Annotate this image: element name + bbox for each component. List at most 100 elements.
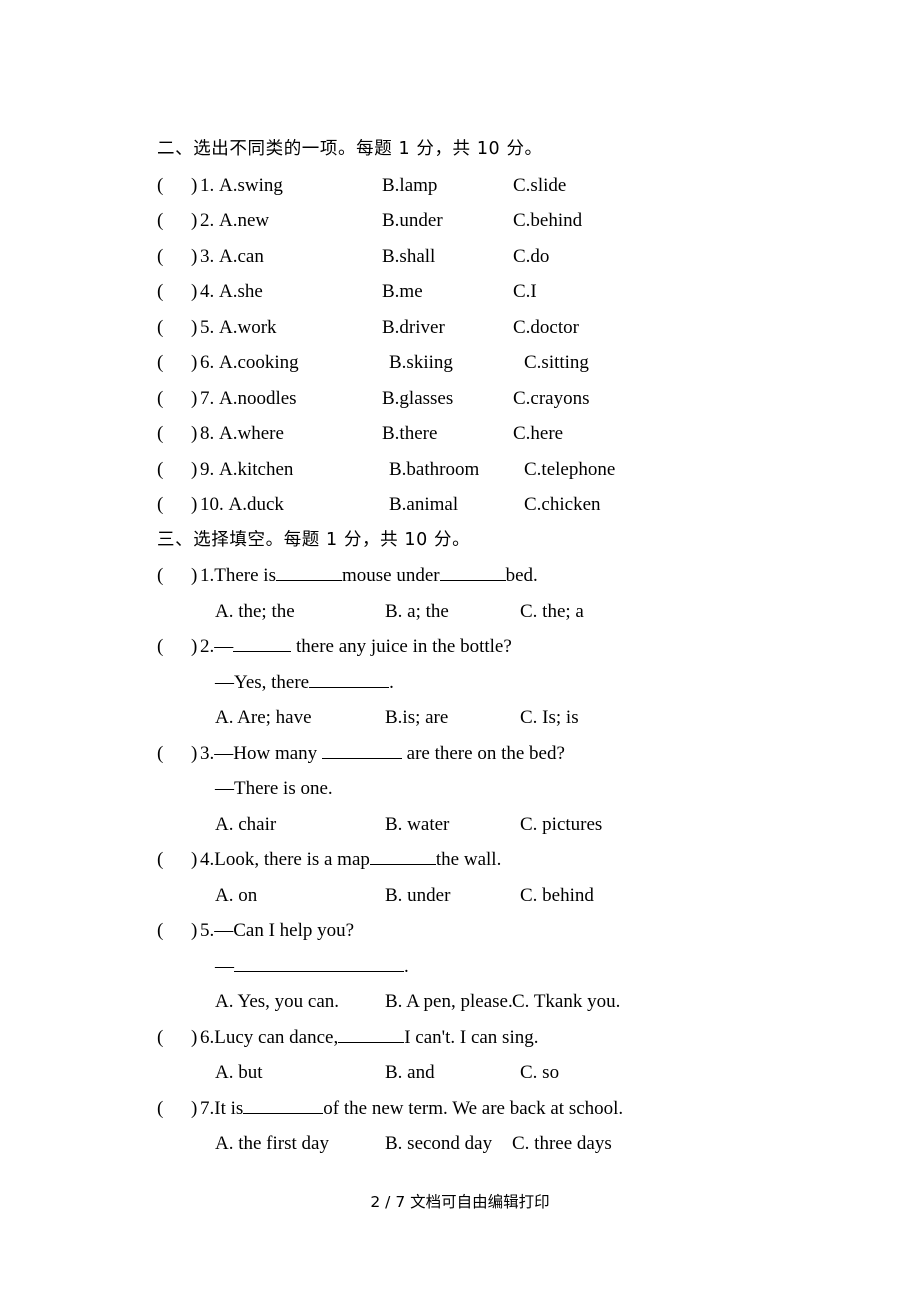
question-stem: 6.Lucy can dance, I can't. I can sing.: [200, 1020, 538, 1056]
stem-text-part1: There is: [214, 565, 276, 586]
question-number: 1.: [200, 174, 215, 196]
choice-b: B. and: [385, 1062, 435, 1083]
question-stem: 4.Look, there is a map the wall.: [200, 842, 501, 878]
choice-a: A. Yes, you can.: [215, 991, 340, 1012]
option-c-text: C.crayons: [513, 387, 590, 409]
answer-paren-close: ): [191, 281, 198, 302]
question-number: 2.: [200, 636, 215, 657]
question-row: ( ) 7.It is of the new term. We are back …: [157, 1091, 817, 1127]
option-b-text: B.under: [382, 210, 443, 231]
option-b-text: B.me: [382, 281, 423, 302]
option-c-text: C.I: [513, 281, 537, 302]
answer-blank: [321, 744, 402, 759]
question-stem: 7.It is of the new term. We are back at s…: [200, 1091, 623, 1127]
question-row: ( ) 3.—How many are there on the bed?: [157, 736, 817, 772]
answer-paren-close: ): [191, 210, 198, 231]
stem-text-part1: Lucy can dance,: [214, 1026, 339, 1048]
choice-row: A. but B. and C. so: [157, 1055, 817, 1091]
question-row: ( ) 5.—Can I help you?: [157, 913, 817, 949]
option-c-text: C.behind: [513, 210, 583, 231]
option-c-text: C.here: [513, 423, 564, 444]
question-number: 5.: [200, 316, 215, 338]
question-option-a: 10. A.duck: [200, 487, 284, 523]
stem-text-part3: bed.: [505, 565, 538, 586]
stem-text-part2: are there on the bed?: [401, 742, 565, 764]
answer-paren-close: ): [191, 316, 198, 338]
page-footer: 2 / 7 文档可自由编辑打印: [370, 1193, 550, 1211]
question-option-a: 4. A.she: [200, 274, 263, 310]
question-number: 4.: [200, 281, 215, 302]
question-continuation: —There is one.: [157, 771, 817, 807]
choice-row: A. the; the B. a; the C. the; a: [157, 594, 817, 630]
question-number: 3.: [200, 742, 215, 764]
question-row: ( ) 8. A.where B.there C.here: [157, 416, 817, 452]
option-b-text: B.shall: [382, 245, 436, 267]
answer-paren-open: (: [157, 387, 164, 409]
choice-b: B. second day: [385, 1133, 493, 1154]
answer-paren-open: (: [157, 494, 164, 515]
question-row: ( ) 9. A.kitchen B.bathroom C.telephone: [157, 452, 817, 488]
stem-text-part2: mouse under: [341, 565, 440, 586]
option-c-text: C.chicken: [524, 494, 601, 515]
question-number: 8.: [200, 423, 215, 444]
option-c-text: C.telephone: [524, 458, 616, 480]
question-option-a: 1. A.swing: [200, 168, 283, 204]
answer-paren-close: ): [191, 636, 198, 657]
option-a-text: A.cooking: [219, 352, 299, 373]
option-c-text: C.doctor: [513, 316, 579, 338]
question-option-a: 9. A.kitchen: [200, 452, 293, 488]
continuation-text-part1: —Yes, there: [215, 671, 310, 693]
question-row: ( ) 6.Lucy can dance, I can't. I can sing…: [157, 1020, 817, 1056]
section-heading-two: 二、选出不同类的一项。每题 1 分，共 10 分。: [157, 139, 543, 159]
question-number: 10.: [200, 494, 224, 515]
question-row: ( ) 10. A.duck B.animal C.chicken: [157, 487, 817, 523]
choice-b: B. water: [385, 813, 450, 835]
answer-paren-close: ): [191, 458, 198, 480]
option-a-text: A.can: [219, 245, 264, 267]
answer-blank: [338, 1028, 405, 1043]
section-heading-three: 三、选择填空。每题 1 分，共 10 分。: [157, 529, 471, 550]
choice-b: B. A pen, please.: [385, 991, 513, 1012]
option-b-text: B.bathroom: [389, 458, 480, 480]
question-number: 7.: [200, 1097, 215, 1119]
choice-c: C. pictures: [520, 813, 603, 835]
question-number: 5.: [200, 920, 215, 941]
option-a-text: A.duck: [228, 494, 284, 515]
question-number: 7.: [200, 387, 215, 409]
question-row: ( ) 2.— there any juice in the bottle?: [157, 629, 817, 665]
answer-paren-open: (: [157, 352, 164, 373]
answer-blank: [369, 850, 436, 865]
answer-paren-open: (: [157, 423, 164, 444]
answer-paren-close: ): [191, 423, 198, 444]
question-continuation: —Yes, there.: [157, 665, 817, 701]
choice-b: B. under: [385, 884, 451, 906]
question-row: ( ) 1. A.swing B.lamp C.slide: [157, 168, 817, 204]
question-number: 2.: [200, 210, 215, 231]
answer-paren-close: ): [191, 1026, 198, 1048]
continuation-text-part2: .: [389, 671, 394, 693]
option-a-text: A.swing: [219, 174, 283, 196]
continuation-text-part1: —: [215, 955, 234, 977]
answer-paren-open: (: [157, 565, 164, 586]
question-number: 1.: [200, 565, 215, 586]
choice-a: A. on: [215, 884, 258, 906]
answer-paren-open: (: [157, 849, 164, 870]
option-b-text: B.driver: [382, 316, 445, 338]
answer-paren-close: ): [191, 352, 198, 373]
choice-row: A. on B. under C. behind: [157, 878, 817, 914]
choice-row: A. Yes, you can. B. A pen, please. C. Tk…: [157, 984, 817, 1020]
question-number: 6.: [200, 1026, 215, 1048]
answer-paren-close: ): [191, 742, 198, 764]
answer-blank: [234, 957, 404, 972]
question-option-a: 3. A.can: [200, 239, 264, 275]
question-row: ( ) 1.There is mouse under bed.: [157, 558, 817, 594]
option-c-text: C.do: [513, 245, 550, 267]
stem-text-part2: I can't. I can sing.: [404, 1026, 539, 1048]
option-a-text: A.noodles: [219, 387, 297, 409]
choice-c: C. Tkank you.: [512, 991, 621, 1012]
choice-a: A. the; the: [215, 600, 295, 622]
choice-c: C. the; a: [520, 600, 584, 622]
answer-blank: [439, 566, 506, 581]
answer-paren-open: (: [157, 920, 164, 941]
answer-paren-close: ): [191, 174, 198, 196]
